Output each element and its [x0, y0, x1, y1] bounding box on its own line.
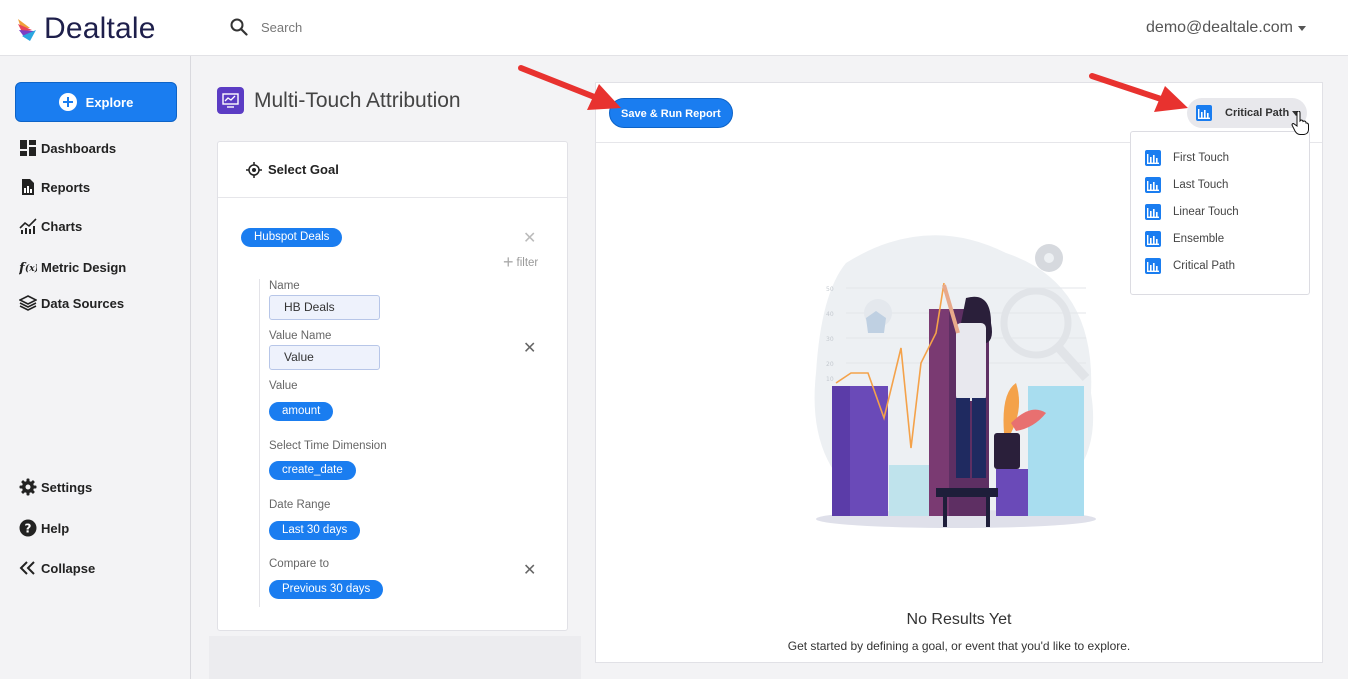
sidebar-item-label: Reports: [41, 179, 91, 195]
dashboard-icon: [20, 140, 36, 156]
model-option-label: Critical Path: [1173, 260, 1235, 272]
layers-icon: [19, 295, 37, 311]
empty-state-subtitle: Get started by defining a goal, or event…: [787, 639, 1131, 653]
svg-text:50: 50: [826, 286, 834, 293]
sidebar-item-help[interactable]: ? Help: [19, 519, 69, 537]
sidebar-item-label: Dashboards: [41, 140, 117, 156]
sidebar-item-label: Data Sources: [41, 295, 125, 311]
model-option-last-touch[interactable]: Last Touch: [1145, 177, 1228, 193]
bar-chart-icon: [1145, 150, 1161, 166]
value-label: Value: [269, 380, 298, 392]
plus-icon: +: [503, 252, 514, 272]
date-range-pill[interactable]: Last 30 days: [269, 521, 361, 540]
add-filter-button[interactable]: + filter: [503, 252, 538, 273]
sidebar: Explore Dashboards Reports Charts f (x) …: [0, 56, 191, 679]
sidebar-item-settings[interactable]: Settings: [19, 478, 92, 496]
svg-text:(x): (x): [25, 263, 37, 274]
compare-pill[interactable]: Previous 30 days: [269, 580, 384, 599]
plus-circle-icon: [58, 93, 77, 111]
bar-chart-icon: [1145, 204, 1161, 220]
date-range-label: Date Range: [269, 499, 331, 511]
remove-value-close-icon[interactable]: ✕: [523, 338, 536, 358]
sidebar-item-charts[interactable]: Charts: [19, 217, 82, 235]
attribution-model-dropdown: First Touch Last Touch Linear Touch Ense…: [1130, 131, 1310, 295]
sidebar-item-metric-design[interactable]: f (x) Metric Design: [19, 258, 127, 277]
report-icon: [22, 179, 34, 195]
name-label: Name: [269, 280, 300, 292]
chevron-down-icon: [1298, 25, 1306, 31]
monitor-chart-icon: [217, 87, 244, 114]
bar-chart-icon: [1145, 258, 1161, 274]
svg-text:20: 20: [826, 361, 834, 368]
sidebar-item-reports[interactable]: Reports: [19, 178, 90, 196]
value-name-label: Value Name: [269, 330, 332, 342]
save-run-report-button[interactable]: Save & Run Report: [609, 98, 733, 128]
remove-goal-close-icon[interactable]: ✕: [523, 228, 536, 248]
model-option-first-touch[interactable]: First Touch: [1145, 150, 1229, 166]
model-option-critical-path[interactable]: Critical Path: [1145, 258, 1235, 274]
search-input[interactable]: [261, 19, 561, 35]
user-email: demo@dealtale.com: [1146, 19, 1293, 36]
page-header: Multi-Touch Attribution: [217, 87, 461, 114]
empty-state-title: No Results Yet: [906, 611, 1012, 628]
dealtale-logo-icon: [18, 19, 36, 41]
svg-text:30: 30: [826, 336, 834, 343]
sidebar-item-dashboards[interactable]: Dashboards: [19, 139, 116, 157]
target-icon: [246, 161, 262, 178]
model-option-linear-touch[interactable]: Linear Touch: [1145, 204, 1239, 220]
double-chevron-left-icon: [19, 561, 35, 575]
sidebar-item-collapse[interactable]: Collapse: [19, 559, 95, 577]
annotation-arrow-icon: [518, 65, 621, 110]
value-name-field[interactable]: Value: [269, 345, 380, 370]
logo-text: Dealtale: [44, 12, 156, 45]
function-icon: f (x): [19, 261, 37, 276]
user-menu[interactable]: demo@dealtale.com: [1146, 19, 1306, 37]
svg-text:10: 10: [826, 376, 834, 383]
logo[interactable]: Dealtale: [16, 12, 156, 46]
top-bar: Dealtale demo@dealtale.com: [0, 0, 1348, 56]
goal-panel-header[interactable]: Select Goal: [218, 142, 567, 198]
bar-chart-icon: [1145, 231, 1161, 247]
panel-footer-area: [209, 636, 581, 679]
sidebar-item-label: Collapse: [41, 560, 96, 576]
sidebar-item-label: Metric Design: [41, 259, 127, 275]
goal-pill[interactable]: Hubspot Deals: [241, 228, 343, 247]
model-option-label: Linear Touch: [1173, 206, 1239, 218]
search-bar: [230, 18, 561, 36]
model-option-label: Ensemble: [1173, 233, 1225, 245]
hand-cursor-icon: [1291, 111, 1309, 135]
name-field[interactable]: HB Deals: [269, 295, 380, 320]
bar-chart-icon: [1196, 105, 1212, 121]
help-icon: ?: [19, 519, 37, 537]
explore-label: Explore: [85, 94, 134, 110]
model-option-label: First Touch: [1173, 152, 1230, 164]
charts-icon: [19, 218, 37, 234]
svg-text:?: ?: [25, 522, 32, 536]
attribution-model-select[interactable]: Critical Path: [1187, 98, 1307, 128]
sidebar-item-label: Charts: [41, 218, 83, 234]
compare-label: Compare to: [269, 558, 330, 570]
field-group-line: [259, 279, 260, 607]
sidebar-item-label: Settings: [41, 479, 93, 495]
time-dimension-label: Select Time Dimension: [269, 440, 387, 452]
bar-chart-icon: [1145, 177, 1161, 193]
goal-panel: Select Goal Hubspot Deals ✕ + filter Nam…: [217, 141, 568, 631]
sidebar-item-data-sources[interactable]: Data Sources: [19, 294, 124, 312]
page-title: Multi-Touch Attribution: [254, 88, 461, 112]
gear-icon: [19, 478, 37, 496]
empty-state-illustration: 50 40 30 20 10: [814, 235, 1096, 528]
explore-button[interactable]: Explore: [15, 82, 177, 122]
search-icon: [230, 18, 248, 36]
goal-heading: Select Goal: [268, 162, 339, 177]
time-dimension-pill[interactable]: create_date: [269, 461, 356, 480]
value-pill[interactable]: amount: [269, 402, 334, 421]
sidebar-item-label: Help: [41, 520, 70, 536]
model-option-ensemble[interactable]: Ensemble: [1145, 231, 1224, 247]
remove-compare-close-icon[interactable]: ✕: [523, 560, 536, 580]
filter-label: filter: [516, 256, 539, 269]
annotation-arrow-icon: [1089, 73, 1188, 112]
model-option-label: Last Touch: [1173, 179, 1229, 191]
svg-text:40: 40: [826, 311, 834, 318]
selected-model-label: Critical Path: [1225, 107, 1290, 119]
